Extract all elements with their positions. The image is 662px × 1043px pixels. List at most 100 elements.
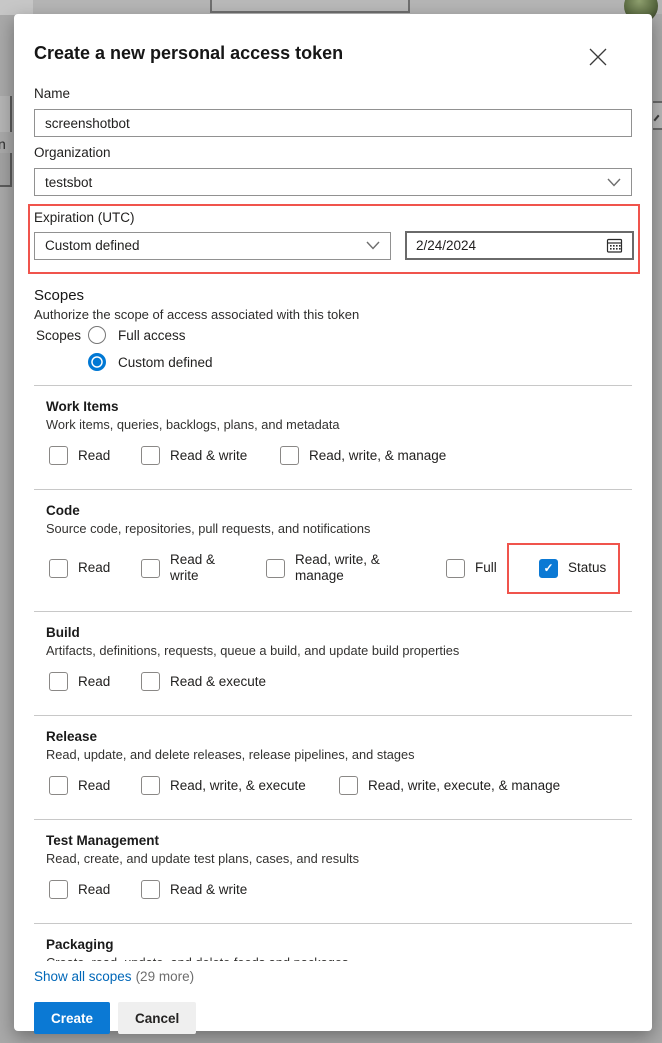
- checkbox-label: Read, write, & manage: [295, 552, 400, 584]
- radio-icon[interactable]: [88, 326, 106, 344]
- checkbox-icon[interactable]: [266, 559, 285, 578]
- chevron-down-icon: [607, 178, 621, 187]
- checkbox-icon[interactable]: [49, 880, 68, 899]
- show-all-scopes-link[interactable]: Show all scopes: [34, 969, 132, 984]
- section-description: Read, update, and delete releases, relea…: [46, 747, 632, 763]
- radio-label: Custom defined: [118, 355, 213, 370]
- checkbox-option[interactable]: Read, write, & manage: [280, 446, 446, 465]
- section-description: Work items, queries, backlogs, plans, an…: [46, 417, 632, 433]
- close-icon: [586, 45, 612, 69]
- section-title: Work Items: [46, 399, 632, 415]
- checkbox-option[interactable]: Read: [49, 672, 141, 691]
- section-description-clipped: Create, read, update, and delete feeds a…: [46, 955, 632, 961]
- checkbox-icon[interactable]: [280, 446, 299, 465]
- checkbox-option[interactable]: Read & write: [141, 880, 247, 899]
- expiration-date-input[interactable]: [416, 238, 556, 253]
- organization-label: Organization: [34, 145, 632, 161]
- background-text-fragment: n: [0, 136, 6, 152]
- chevron-down-icon: [366, 241, 380, 250]
- checkbox-label: Read: [78, 674, 110, 690]
- checkbox-icon[interactable]: [141, 446, 160, 465]
- checkbox-label: Read: [78, 448, 110, 464]
- checkbox-icon[interactable]: [141, 672, 160, 691]
- checkbox-label: Read & write: [170, 882, 247, 898]
- section-description: Read, create, and update test plans, cas…: [46, 851, 632, 867]
- more-scopes-count: (29 more): [136, 969, 195, 984]
- background-patch: [0, 0, 33, 15]
- scopes-radio-group: Scopes Full access Custom defined: [34, 326, 632, 371]
- name-label: Name: [34, 86, 632, 102]
- expiration-preset-select[interactable]: Custom defined: [34, 232, 391, 260]
- checkbox-icon[interactable]: [141, 776, 160, 795]
- checkbox-option[interactable]: Read: [49, 446, 141, 465]
- background-search-box: [210, 0, 410, 13]
- radio-full-access[interactable]: Full access: [88, 326, 213, 344]
- expiration-label: Expiration (UTC): [34, 210, 634, 226]
- organization-select[interactable]: testsbot: [34, 168, 632, 196]
- radio-selected-icon[interactable]: [88, 353, 106, 371]
- checkbox-label: Read, write, execute, & manage: [368, 778, 560, 794]
- close-button[interactable]: [586, 44, 612, 70]
- checkbox-label: Status: [568, 560, 606, 576]
- checkbox-option[interactable]: Read: [49, 880, 141, 899]
- section-title: Test Management: [46, 833, 632, 849]
- background-field-fragment: [0, 153, 12, 187]
- background-field-fragment: [0, 96, 12, 132]
- checkbox-label: Read, write, & execute: [170, 778, 306, 794]
- checkbox-label: Full: [475, 560, 497, 576]
- calendar-icon[interactable]: [606, 237, 623, 254]
- expiration-preset-value: Custom defined: [45, 238, 140, 253]
- checkbox-label: Read & write: [170, 448, 247, 464]
- section-packaging: Packaging Create, read, update, and dele…: [34, 923, 632, 961]
- expiration-annotation-box: Expiration (UTC) Custom defined: [28, 204, 640, 274]
- checkbox-icon[interactable]: [49, 446, 68, 465]
- checkbox-option[interactable]: Read & write: [141, 552, 266, 584]
- checkbox-icon[interactable]: [339, 776, 358, 795]
- checkbox-label: Read: [78, 560, 110, 576]
- section-description: Source code, repositories, pull requests…: [46, 521, 632, 537]
- checkbox-option-status-highlighted[interactable]: Status: [507, 543, 620, 594]
- checkbox-option[interactable]: Read & write: [141, 446, 280, 465]
- checkbox-label: Read & write: [170, 552, 226, 584]
- section-title: Code: [46, 503, 632, 519]
- checkbox-label: Read, write, & manage: [309, 448, 446, 464]
- section-title: Build: [46, 625, 632, 641]
- radio-custom-defined[interactable]: Custom defined: [88, 353, 213, 371]
- scopes-group-label: Scopes: [36, 326, 86, 371]
- scopes-heading: Scopes: [34, 287, 632, 305]
- expiration-date-field[interactable]: [405, 231, 634, 260]
- dialog-title: Create a new personal access token: [34, 42, 632, 64]
- name-input[interactable]: [34, 109, 632, 137]
- section-work-items: Work Items Work items, queries, backlogs…: [34, 385, 632, 489]
- checkbox-label: Read: [78, 778, 110, 794]
- section-description: Artifacts, definitions, requests, queue …: [46, 643, 632, 659]
- checkbox-option[interactable]: Read: [49, 559, 141, 578]
- cancel-button[interactable]: Cancel: [118, 1002, 196, 1034]
- organization-value: testsbot: [45, 175, 92, 190]
- section-code: Code Source code, repositories, pull req…: [34, 489, 632, 611]
- checkbox-icon[interactable]: [446, 559, 465, 578]
- radio-label: Full access: [118, 328, 186, 343]
- scope-sections: Work Items Work items, queries, backlogs…: [34, 385, 632, 961]
- checkbox-option[interactable]: Read, write, execute, & manage: [339, 776, 560, 795]
- section-title: Packaging: [46, 937, 632, 953]
- checkbox-icon[interactable]: [49, 672, 68, 691]
- checkbox-checked-icon[interactable]: [539, 559, 558, 578]
- checkbox-icon[interactable]: [49, 776, 68, 795]
- create-pat-dialog: Create a new personal access token Name …: [14, 14, 652, 1031]
- checkbox-option[interactable]: Read & execute: [141, 672, 266, 691]
- scopes-description: Authorize the scope of access associated…: [34, 307, 632, 323]
- checkbox-icon[interactable]: [141, 559, 160, 578]
- checkbox-label: Read & execute: [170, 674, 266, 690]
- section-test-management: Test Management Read, create, and update…: [34, 819, 632, 923]
- checkbox-label: Read: [78, 882, 110, 898]
- section-release: Release Read, update, and delete release…: [34, 715, 632, 819]
- checkbox-option[interactable]: Read: [49, 776, 141, 795]
- section-title: Release: [46, 729, 632, 745]
- section-build: Build Artifacts, definitions, requests, …: [34, 611, 632, 715]
- create-button[interactable]: Create: [34, 1002, 110, 1034]
- checkbox-icon[interactable]: [141, 880, 160, 899]
- checkbox-option[interactable]: Read, write, & manage: [266, 552, 446, 584]
- checkbox-icon[interactable]: [49, 559, 68, 578]
- checkbox-option[interactable]: Read, write, & execute: [141, 776, 339, 795]
